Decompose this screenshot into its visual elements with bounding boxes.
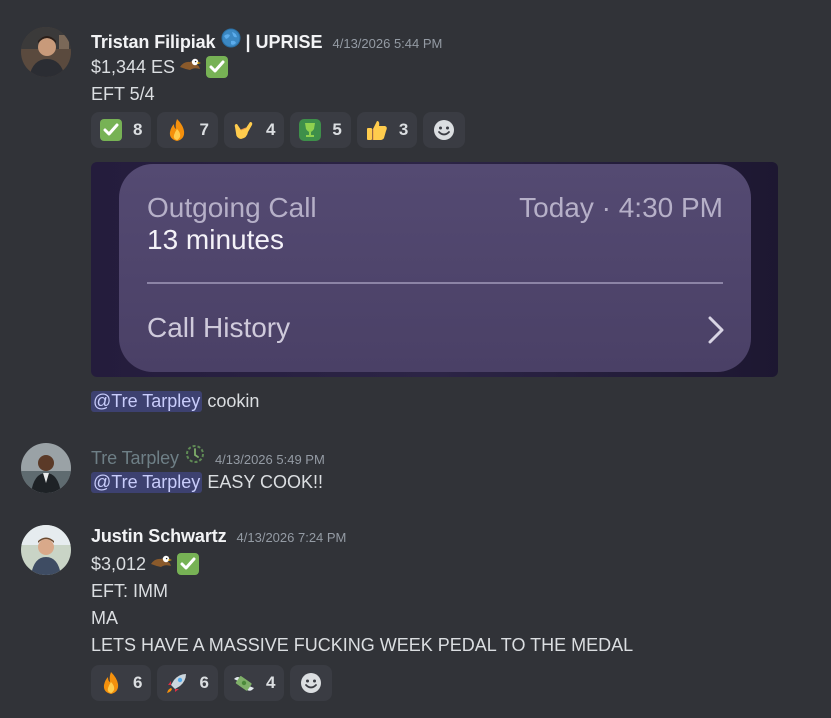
message-line: $3,012 [91,551,200,577]
money-wings-icon [232,671,256,695]
timestamp[interactable]: 4/13/2026 7:24 PM [237,530,347,545]
timestamp[interactable]: 4/13/2026 5:49 PM [215,452,325,467]
message-text: MA [91,607,118,628]
avatar[interactable] [21,525,71,575]
divider [147,282,723,284]
message-line: @Tre Tarpley EASY COOK!! [91,469,323,495]
username[interactable]: Justin Schwartz [91,526,227,547]
check-mark-icon [99,118,123,142]
call-time: Today · 4:30 PM [519,192,723,223]
username[interactable]: Tre Tarpley [91,448,179,469]
reaction-count: 4 [265,120,276,139]
check-mark-icon [176,552,200,576]
message-line: $1,344 ES [91,54,229,80]
eagle-icon [149,552,173,576]
eagle-icon [178,55,202,79]
call-panel: Outgoing Call 13 minutes Today · 4:30 PM… [119,164,751,372]
reaction-thumbs-up[interactable]: 3 [356,112,418,148]
reaction-count: 6 [133,673,143,692]
username[interactable]: Tristan Filipiak [91,32,216,53]
reaction-rocket[interactable]: 6 [157,665,218,701]
reaction-count: 6 [199,673,209,692]
message-line: MA [91,606,118,630]
message-text: $3,012 [91,553,147,574]
call-me-hand-icon [232,118,256,142]
clock-badge-icon [185,444,205,464]
reaction-count: 5 [332,120,342,139]
message-line: EFT 5/4 [91,82,155,106]
chevron-right-icon [707,316,725,349]
call-duration: 13 minutes [147,224,284,255]
timestamp[interactable]: 4/13/2026 5:44 PM [333,36,443,51]
reaction-fire[interactable]: 6 [91,665,152,701]
reaction-bar: 6 6 4 [91,665,333,701]
call-title: Outgoing Call [147,192,317,223]
message-line: EFT: IMM [91,579,168,603]
reaction-count: 3 [398,120,409,139]
reaction-count: 7 [199,120,209,139]
message-line: @Tre Tarpley cookin [91,388,259,414]
reaction-call-me-hand[interactable]: 4 [223,112,285,148]
add-reaction-button[interactable] [423,112,466,148]
reaction-fire[interactable]: 7 [157,112,218,148]
fire-icon [165,118,189,142]
reaction-trophy[interactable]: 5 [290,112,351,148]
message-text: EASY COOK!! [207,471,324,492]
thumbs-up-icon [365,118,389,142]
message-text: cookin [207,390,260,411]
user-mention[interactable]: @Tre Tarpley [91,471,203,493]
call-history-label: Call History [147,312,291,343]
avatar[interactable] [21,443,71,493]
user-mention[interactable]: @Tre Tarpley [91,390,203,412]
smiley-icon [432,118,456,142]
avatar[interactable] [21,27,71,77]
message-line: LETS HAVE A MASSIVE FUCKING WEEK PEDAL T… [91,633,633,657]
reaction-count: 4 [265,673,276,692]
reaction-money-wings[interactable]: 4 [223,665,285,701]
chat-messages: Tristan Filipiak | UPRISE 4/13/2026 5:44… [0,0,831,718]
reaction-count: 8 [133,120,143,139]
fire-icon [99,671,123,695]
smiley-icon [299,671,323,695]
message-text: EFT 5/4 [91,83,155,104]
rocket-icon [165,671,189,695]
server-tag: | UPRISE [245,32,323,52]
message-text: $1,344 ES [91,56,176,77]
globe-icon [221,28,241,48]
add-reaction-button[interactable] [290,665,333,701]
check-mark-icon [205,55,229,79]
message-text: EFT: IMM [91,580,168,601]
reaction-check[interactable]: 8 [91,112,152,148]
message-text: LETS HAVE A MASSIVE FUCKING WEEK PEDAL T… [91,634,634,655]
call-screenshot-attachment[interactable]: Outgoing Call 13 minutes Today · 4:30 PM… [91,162,778,377]
reaction-bar: 8 7 4 5 3 [91,112,466,148]
trophy-icon [298,118,322,142]
